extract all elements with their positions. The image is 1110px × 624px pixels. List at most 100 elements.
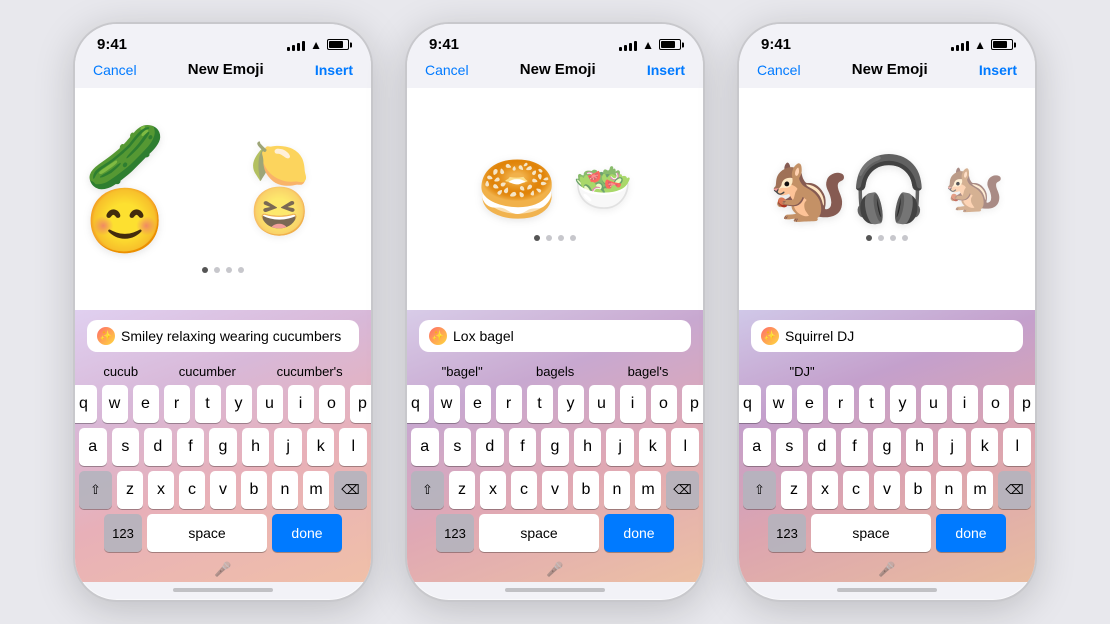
- key-b-1[interactable]: b: [241, 471, 267, 509]
- key-o-2[interactable]: o: [651, 385, 677, 423]
- key-t-1[interactable]: t: [195, 385, 221, 423]
- suggestion-3-3[interactable]: [979, 362, 991, 381]
- key-b-3[interactable]: b: [905, 471, 931, 509]
- emoji-main-3[interactable]: 🐿️🎧: [769, 157, 928, 221]
- key-x-3[interactable]: x: [812, 471, 838, 509]
- key-c-3[interactable]: c: [843, 471, 869, 509]
- key-l-3[interactable]: l: [1003, 428, 1031, 466]
- emoji-main-1[interactable]: 🥒😊: [85, 125, 234, 253]
- emoji-alt-1[interactable]: 🍋😆: [250, 141, 361, 237]
- key-v-2[interactable]: v: [542, 471, 568, 509]
- key-f-2[interactable]: f: [509, 428, 537, 466]
- num-key-2[interactable]: 123: [436, 514, 474, 552]
- key-w-3[interactable]: w: [766, 385, 792, 423]
- key-m-2[interactable]: m: [635, 471, 661, 509]
- key-z-1[interactable]: z: [117, 471, 143, 509]
- key-d-3[interactable]: d: [808, 428, 836, 466]
- key-i-1[interactable]: i: [288, 385, 314, 423]
- suggestion-3-2[interactable]: [894, 362, 906, 381]
- suggestion-2-1[interactable]: "bagel": [436, 362, 489, 381]
- key-o-3[interactable]: o: [983, 385, 1009, 423]
- key-w-2[interactable]: w: [434, 385, 460, 423]
- cancel-button-2[interactable]: Cancel: [425, 62, 469, 78]
- key-s-2[interactable]: s: [444, 428, 472, 466]
- space-key-1[interactable]: space: [147, 514, 267, 552]
- key-g-2[interactable]: g: [541, 428, 569, 466]
- key-h-2[interactable]: h: [574, 428, 602, 466]
- key-s-1[interactable]: s: [112, 428, 140, 466]
- search-input-wrapper-3[interactable]: ✨ Squirrel DJ: [751, 320, 1023, 352]
- key-y-3[interactable]: y: [890, 385, 916, 423]
- delete-key-1[interactable]: ⌫: [334, 471, 367, 509]
- suggestion-1-1[interactable]: cucub: [97, 362, 144, 381]
- suggestion-3-1[interactable]: "DJ": [783, 362, 820, 381]
- key-w-1[interactable]: w: [102, 385, 128, 423]
- key-u-3[interactable]: u: [921, 385, 947, 423]
- key-u-2[interactable]: u: [589, 385, 615, 423]
- mic-icon-2[interactable]: 🎤: [546, 561, 563, 578]
- num-key-3[interactable]: 123: [768, 514, 806, 552]
- key-a-3[interactable]: a: [743, 428, 771, 466]
- done-key-3[interactable]: done: [936, 514, 1006, 552]
- key-k-1[interactable]: k: [307, 428, 335, 466]
- key-m-3[interactable]: m: [967, 471, 993, 509]
- search-input-wrapper-2[interactable]: ✨ Lox bagel: [419, 320, 691, 352]
- key-n-2[interactable]: n: [604, 471, 630, 509]
- key-n-1[interactable]: n: [272, 471, 298, 509]
- key-v-1[interactable]: v: [210, 471, 236, 509]
- key-e-2[interactable]: e: [465, 385, 491, 423]
- mic-icon-3[interactable]: 🎤: [878, 561, 895, 578]
- key-r-1[interactable]: r: [164, 385, 190, 423]
- key-c-2[interactable]: c: [511, 471, 537, 509]
- suggestion-2-2[interactable]: bagels: [530, 362, 580, 381]
- num-key-1[interactable]: 123: [104, 514, 142, 552]
- done-key-1[interactable]: done: [272, 514, 342, 552]
- space-key-3[interactable]: space: [811, 514, 931, 552]
- key-p-2[interactable]: p: [682, 385, 706, 423]
- key-r-3[interactable]: r: [828, 385, 854, 423]
- key-q-2[interactable]: q: [405, 385, 429, 423]
- key-f-3[interactable]: f: [841, 428, 869, 466]
- key-h-1[interactable]: h: [242, 428, 270, 466]
- key-z-2[interactable]: z: [449, 471, 475, 509]
- key-a-2[interactable]: a: [411, 428, 439, 466]
- shift-key-2[interactable]: ⇧: [411, 471, 444, 509]
- key-x-2[interactable]: x: [480, 471, 506, 509]
- key-l-2[interactable]: l: [671, 428, 699, 466]
- shift-key-3[interactable]: ⇧: [743, 471, 776, 509]
- key-t-3[interactable]: t: [859, 385, 885, 423]
- key-g-1[interactable]: g: [209, 428, 237, 466]
- shift-key-1[interactable]: ⇧: [79, 471, 112, 509]
- key-x-1[interactable]: x: [148, 471, 174, 509]
- key-e-3[interactable]: e: [797, 385, 823, 423]
- key-k-3[interactable]: k: [971, 428, 999, 466]
- emoji-main-2[interactable]: 🥯: [477, 157, 557, 221]
- key-i-3[interactable]: i: [952, 385, 978, 423]
- key-d-1[interactable]: d: [144, 428, 172, 466]
- cancel-button-1[interactable]: Cancel: [93, 62, 137, 78]
- space-key-2[interactable]: space: [479, 514, 599, 552]
- delete-key-3[interactable]: ⌫: [998, 471, 1031, 509]
- key-e-1[interactable]: e: [133, 385, 159, 423]
- key-t-2[interactable]: t: [527, 385, 553, 423]
- key-p-1[interactable]: p: [350, 385, 374, 423]
- key-i-2[interactable]: i: [620, 385, 646, 423]
- key-q-1[interactable]: q: [73, 385, 97, 423]
- key-u-1[interactable]: u: [257, 385, 283, 423]
- key-p-3[interactable]: p: [1014, 385, 1038, 423]
- key-f-1[interactable]: f: [177, 428, 205, 466]
- key-h-3[interactable]: h: [906, 428, 934, 466]
- key-m-1[interactable]: m: [303, 471, 329, 509]
- key-r-2[interactable]: r: [496, 385, 522, 423]
- key-a-1[interactable]: a: [79, 428, 107, 466]
- suggestion-2-3[interactable]: bagel's: [622, 362, 675, 381]
- suggestion-1-2[interactable]: cucumber: [173, 362, 242, 381]
- key-j-2[interactable]: j: [606, 428, 634, 466]
- key-b-2[interactable]: b: [573, 471, 599, 509]
- key-y-2[interactable]: y: [558, 385, 584, 423]
- key-j-1[interactable]: j: [274, 428, 302, 466]
- search-input-wrapper-1[interactable]: ✨ Smiley relaxing wearing cucumbers: [87, 320, 359, 352]
- key-g-3[interactable]: g: [873, 428, 901, 466]
- key-n-3[interactable]: n: [936, 471, 962, 509]
- key-y-1[interactable]: y: [226, 385, 252, 423]
